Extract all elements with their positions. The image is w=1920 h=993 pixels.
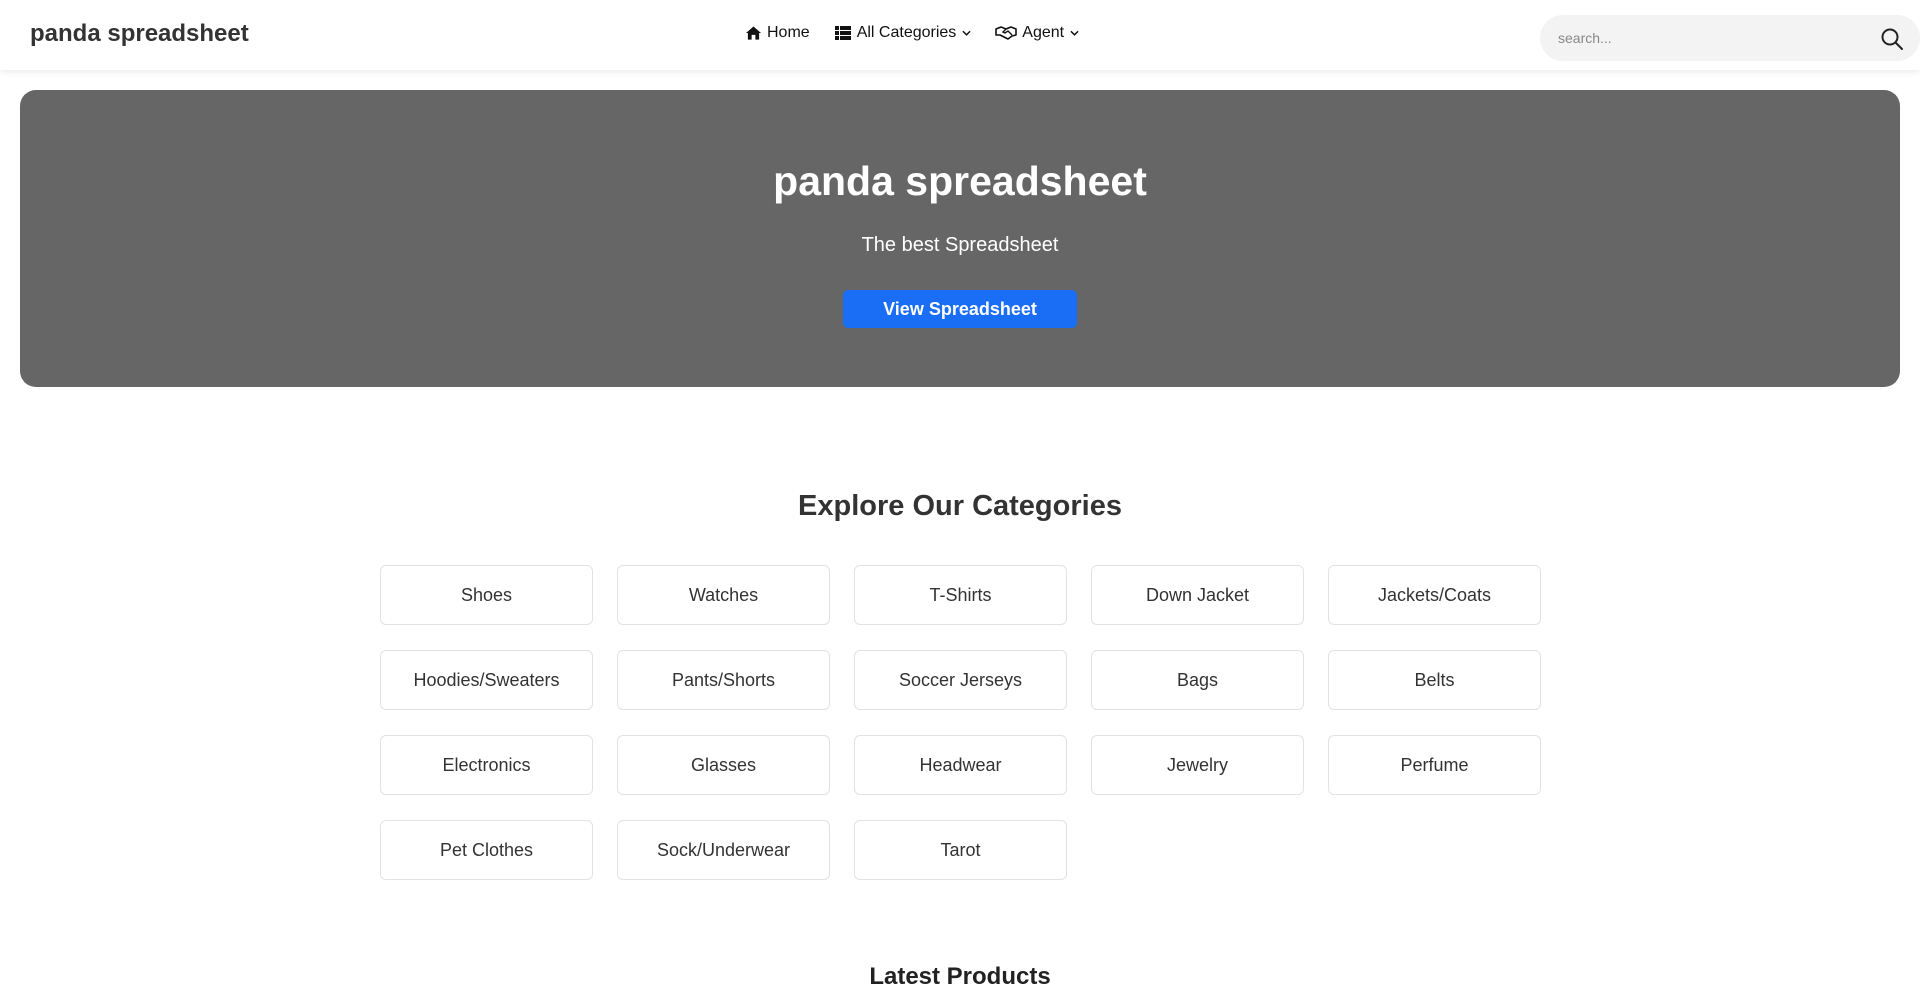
category-card[interactable]: Jackets/Coats [1328,565,1541,625]
hero-banner: panda spreadsheet The best Spreadsheet V… [20,90,1900,387]
grid-list-icon [834,25,852,41]
category-card[interactable]: Perfume [1328,735,1541,795]
category-card[interactable]: Pet Clothes [380,820,593,880]
site-logo[interactable]: panda spreadsheet [30,20,249,48]
category-card[interactable]: Tarot [854,820,1067,880]
categories-title: Explore Our Categories [798,490,1122,522]
category-card[interactable]: Belts [1328,650,1541,710]
category-card[interactable]: Sock/Underwear [617,820,830,880]
nav-home-label: Home [767,24,810,41]
category-card[interactable]: Soccer Jerseys [854,650,1067,710]
category-card[interactable]: Watches [617,565,830,625]
search-box [1540,15,1920,61]
chevron-down-icon [1069,28,1079,38]
category-card[interactable]: Headwear [854,735,1067,795]
category-card[interactable]: Hoodies/Sweaters [380,650,593,710]
home-icon [744,25,762,41]
search-icon[interactable] [1880,27,1904,51]
category-card[interactable]: Shoes [380,565,593,625]
category-card[interactable]: Electronics [380,735,593,795]
category-card[interactable]: Pants/Shorts [617,650,830,710]
view-spreadsheet-button[interactable]: View Spreadsheet [843,290,1077,328]
nav-agent[interactable]: Agent [995,24,1079,42]
category-card[interactable]: Jewelry [1091,735,1304,795]
nav-all-categories[interactable]: All Categories [834,24,972,42]
chevron-down-icon [961,28,971,38]
category-card[interactable]: Down Jacket [1091,565,1304,625]
category-card[interactable]: T-Shirts [854,565,1067,625]
category-grid: Shoes Watches T-Shirts Down Jacket Jacke… [380,565,1541,880]
nav-all-categories-label: All Categories [856,24,957,41]
category-card[interactable]: Glasses [617,735,830,795]
latest-products-title: Latest Products [869,963,1051,990]
category-card[interactable]: Bags [1091,650,1304,710]
handshake-icon [995,25,1018,41]
site-header: panda spreadsheet Home All Categories Ag… [0,0,1920,70]
hero-title: panda spreadsheet [773,158,1147,204]
hero-subtitle: The best Spreadsheet [861,234,1059,256]
main-nav: Home All Categories Agent [744,24,1079,42]
nav-agent-label: Agent [1022,24,1065,41]
search-input[interactable] [1558,27,1858,49]
nav-home[interactable]: Home [744,24,810,42]
